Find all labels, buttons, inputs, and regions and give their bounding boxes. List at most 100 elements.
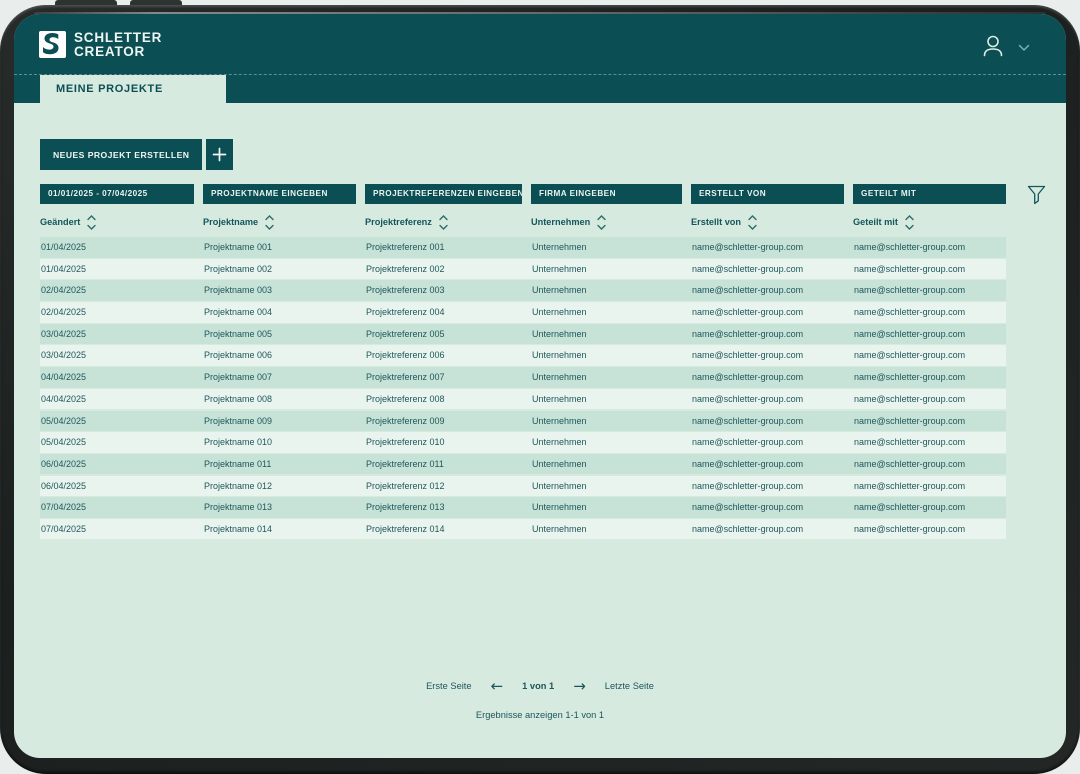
chevron-down-icon[interactable] xyxy=(1018,44,1030,52)
schletter-logo[interactable]: SCHLETTER CREATOR xyxy=(39,31,162,59)
sort-icon[interactable] xyxy=(265,215,274,230)
filter-cell: GETEILT MIT xyxy=(853,184,1006,204)
table-cell: Projektname 007 xyxy=(203,367,365,388)
table-row[interactable]: 02/04/2025Projektname 003Projektreferenz… xyxy=(40,280,1006,301)
table-row[interactable]: 05/04/2025Projektname 009Projektreferenz… xyxy=(40,411,1006,432)
shared-with-filter[interactable]: GETEILT MIT xyxy=(853,184,1006,204)
column-header-projektname[interactable]: Projektname xyxy=(203,212,365,232)
table-row[interactable]: 03/04/2025Projektname 005Projektreferenz… xyxy=(40,324,1006,345)
table-cell: name@schletter-group.com xyxy=(691,237,853,258)
table-cell: name@schletter-group.com xyxy=(853,432,1006,453)
column-header-unternehmen[interactable]: Unternehmen xyxy=(531,212,691,232)
table-cell: 03/04/2025 xyxy=(40,345,203,366)
add-project-button[interactable] xyxy=(206,139,233,170)
column-label: Projektname xyxy=(203,217,258,227)
table-cell: name@schletter-group.com xyxy=(691,432,853,453)
table-cell: 01/04/2025 xyxy=(40,259,203,280)
table-cell: Unternehmen xyxy=(531,411,691,432)
table-row[interactable]: 07/04/2025Projektname 014Projektreferenz… xyxy=(40,519,1006,540)
company-filter[interactable]: FIRMA EINGEBEN xyxy=(531,184,682,204)
table-cell: Projektname 001 xyxy=(203,237,365,258)
arrow-right-icon[interactable]: → xyxy=(573,681,586,691)
table-row[interactable]: 04/04/2025Projektname 008Projektreferenz… xyxy=(40,389,1006,410)
project-name-filter[interactable]: PROJEKTNAME EINGEBEN xyxy=(203,184,356,204)
table-cell: 07/04/2025 xyxy=(40,497,203,518)
pagination: Erste Seite ← 1 von 1 → Letzte Seite xyxy=(14,681,1066,691)
sort-icon[interactable] xyxy=(597,215,606,230)
sort-icon[interactable] xyxy=(905,215,914,230)
filter-funnel-icon[interactable] xyxy=(1026,184,1046,206)
user-menu[interactable] xyxy=(978,31,1030,61)
table-cell: Projektreferenz 002 xyxy=(365,259,531,280)
sort-icon[interactable] xyxy=(87,215,96,230)
table-cell: Projektreferenz 006 xyxy=(365,345,531,366)
table-cell: Projektname 003 xyxy=(203,280,365,301)
schletter-logo-icon xyxy=(39,31,66,58)
table-cell: name@schletter-group.com xyxy=(853,497,1006,518)
column-header-geteilt-mit[interactable]: Geteilt mit xyxy=(853,212,1006,232)
column-label: Projektreferenz xyxy=(365,217,432,227)
column-header-erstellt-von[interactable]: Erstellt von xyxy=(691,212,853,232)
table-row[interactable]: 01/04/2025Projektname 001Projektreferenz… xyxy=(40,237,1006,258)
table-cell: name@schletter-group.com xyxy=(853,476,1006,497)
table-cell: name@schletter-group.com xyxy=(691,259,853,280)
table-cell: name@schletter-group.com xyxy=(691,476,853,497)
arrow-left-icon[interactable]: ← xyxy=(491,681,504,691)
table-row[interactable]: 03/04/2025Projektname 006Projektreferenz… xyxy=(40,345,1006,366)
sort-icon[interactable] xyxy=(439,215,448,230)
table-cell: 04/04/2025 xyxy=(40,367,203,388)
table-cell: name@schletter-group.com xyxy=(853,280,1006,301)
table-cell: name@schletter-group.com xyxy=(853,259,1006,280)
created-by-filter[interactable]: ERSTELLT VON xyxy=(691,184,844,204)
table-cell: Unternehmen xyxy=(531,497,691,518)
logo-line-2: CREATOR xyxy=(74,45,162,59)
table-cell: name@schletter-group.com xyxy=(853,519,1006,540)
project-reference-filter[interactable]: PROJEKTREFERENZEN EINGEBEN xyxy=(365,184,522,204)
pagination-last[interactable]: Letzte Seite xyxy=(605,681,654,691)
table-cell: Projektreferenz 010 xyxy=(365,432,531,453)
pagination-first[interactable]: Erste Seite xyxy=(426,681,471,691)
page: SCHLETTER CREATOR MEINE PROJEKTE xyxy=(0,0,1080,774)
table-cell: Projektreferenz 001 xyxy=(365,237,531,258)
column-header-projektreferenz[interactable]: Projektreferenz xyxy=(365,212,531,232)
table-row[interactable]: 01/04/2025Projektname 002Projektreferenz… xyxy=(40,259,1006,280)
table-cell: Projektreferenz 012 xyxy=(365,476,531,497)
date-range-filter[interactable]: 01/01/2025 - 07/04/2025 xyxy=(40,184,194,204)
table-cell: name@schletter-group.com xyxy=(691,280,853,301)
table-cell: Unternehmen xyxy=(531,237,691,258)
toolbar: NEUES PROJEKT ERSTELLEN xyxy=(40,139,233,170)
column-header-row: Geändert Projektname Projektreferenz Unt… xyxy=(40,212,1006,232)
column-header-geaendert[interactable]: Geändert xyxy=(40,212,203,232)
table-cell: 02/04/2025 xyxy=(40,280,203,301)
table-row[interactable]: 04/04/2025Projektname 007Projektreferenz… xyxy=(40,367,1006,388)
sort-icon[interactable] xyxy=(748,215,757,230)
table-cell: 02/04/2025 xyxy=(40,302,203,323)
table-cell: Projektreferenz 007 xyxy=(365,367,531,388)
filter-cell: PROJEKTNAME EINGEBEN xyxy=(203,184,365,204)
table-cell: name@schletter-group.com xyxy=(691,302,853,323)
table-body: 01/04/2025Projektname 001Projektreferenz… xyxy=(40,237,1006,541)
new-project-button[interactable]: NEUES PROJEKT ERSTELLEN xyxy=(40,139,202,170)
table-row[interactable]: 05/04/2025Projektname 010Projektreferenz… xyxy=(40,432,1006,453)
table-cell: Projektname 012 xyxy=(203,476,365,497)
table-cell: name@schletter-group.com xyxy=(853,237,1006,258)
table-cell: Projektname 009 xyxy=(203,411,365,432)
table-cell: name@schletter-group.com xyxy=(853,345,1006,366)
table-cell: Projektreferenz 003 xyxy=(365,280,531,301)
table-cell: Projektreferenz 014 xyxy=(365,519,531,540)
table-cell: Projektname 011 xyxy=(203,454,365,475)
table-cell: Unternehmen xyxy=(531,432,691,453)
table-row[interactable]: 02/04/2025Projektname 004Projektreferenz… xyxy=(40,302,1006,323)
table-cell: Unternehmen xyxy=(531,302,691,323)
table-cell: Unternehmen xyxy=(531,476,691,497)
column-label: Geteilt mit xyxy=(853,217,898,227)
table-cell: 06/04/2025 xyxy=(40,476,203,497)
table-row[interactable]: 06/04/2025Projektname 011Projektreferenz… xyxy=(40,454,1006,475)
table-cell: name@schletter-group.com xyxy=(691,497,853,518)
table-cell: name@schletter-group.com xyxy=(691,519,853,540)
user-icon[interactable] xyxy=(978,31,1008,61)
table-row[interactable]: 06/04/2025Projektname 012Projektreferenz… xyxy=(40,476,1006,497)
tab-meine-projekte[interactable]: MEINE PROJEKTE xyxy=(40,75,226,103)
table-cell: name@schletter-group.com xyxy=(691,345,853,366)
table-row[interactable]: 07/04/2025Projektname 013Projektreferenz… xyxy=(40,497,1006,518)
